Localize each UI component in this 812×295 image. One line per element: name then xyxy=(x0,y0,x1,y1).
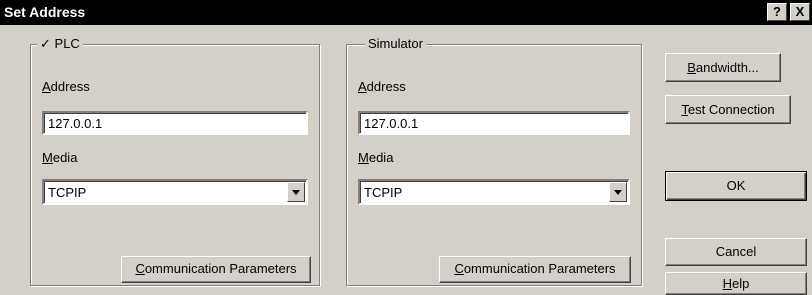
simulator-communication-parameters-button[interactable]: Communication Parameters xyxy=(439,256,631,283)
set-address-dialog: Set Address ? X ✓ PLC Address 127.0.0.1 … xyxy=(0,0,812,295)
window-title: Set Address xyxy=(4,4,86,20)
help-question-button[interactable]: ? xyxy=(767,3,787,21)
plc-legend: ✓ PLC xyxy=(37,36,83,52)
plc-media-value: TCPIP xyxy=(48,185,87,200)
simulator-media-select[interactable]: TCPIP xyxy=(358,179,630,205)
plc-legend-label: PLC xyxy=(54,36,80,51)
chevron-down-icon[interactable] xyxy=(287,182,305,202)
simulator-address-input[interactable]: 127.0.0.1 xyxy=(358,111,630,135)
help-button[interactable]: Help xyxy=(665,272,807,295)
plc-address-label: Address xyxy=(42,79,90,94)
simulator-media-value: TCPIP xyxy=(364,185,403,200)
simulator-address-label: Address xyxy=(358,79,406,94)
simulator-media-label: Media xyxy=(358,150,394,165)
simulator-legend: Simulator xyxy=(365,36,426,51)
test-connection-button[interactable]: Test Connection xyxy=(665,95,791,124)
plc-media-select[interactable]: TCPIP xyxy=(42,179,308,205)
plc-address-input[interactable]: 127.0.0.1 xyxy=(42,111,308,135)
bandwidth-button[interactable]: Bandwidth... xyxy=(665,53,781,82)
close-button[interactable]: X xyxy=(790,3,810,21)
chevron-down-icon[interactable] xyxy=(609,182,627,202)
plc-media-label: Media xyxy=(42,150,78,165)
title-bar: Set Address ? X xyxy=(0,0,812,25)
ok-button[interactable]: OK xyxy=(665,171,807,201)
plc-communication-parameters-button[interactable]: Communication Parameters xyxy=(121,256,311,283)
cancel-button[interactable]: Cancel xyxy=(665,238,807,266)
check-icon: ✓ xyxy=(40,36,51,51)
